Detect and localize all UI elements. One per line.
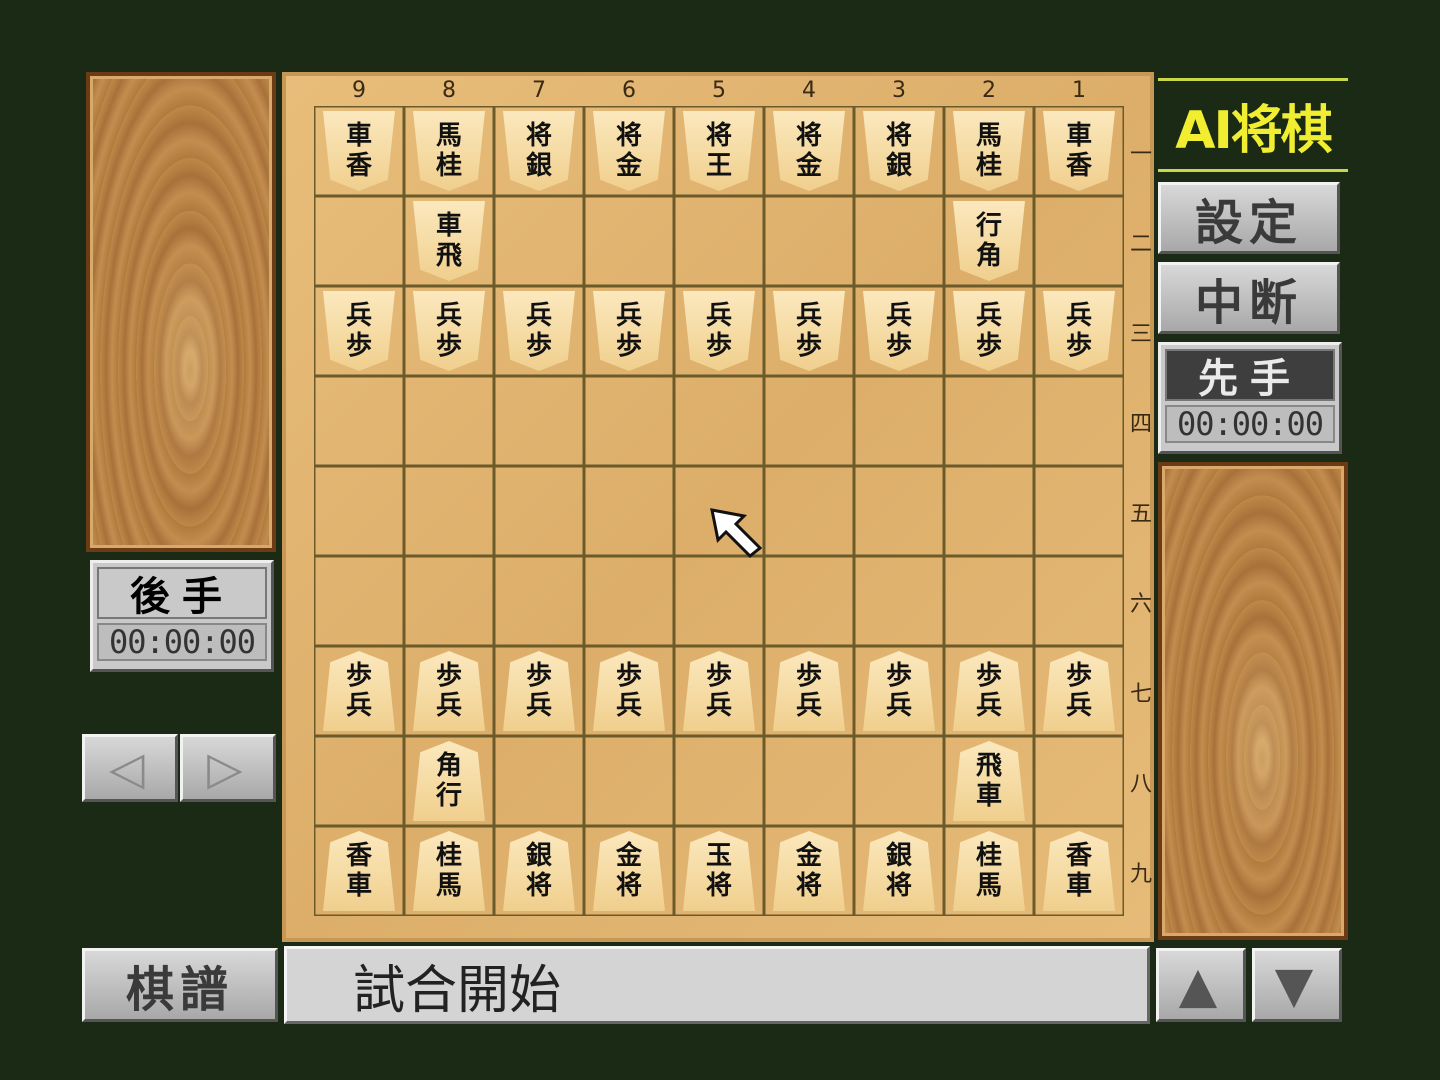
gote-clock: 00:00:00	[97, 623, 267, 661]
scroll-up-button[interactable]: ▲	[1156, 948, 1246, 1022]
shogi-board: 香車桂馬銀将金将王将金将銀将桂馬香車飛車角行歩兵歩兵歩兵歩兵歩兵歩兵歩兵歩兵歩兵…	[282, 72, 1154, 942]
file-label: 6	[622, 78, 636, 103]
sente-label: 先手	[1165, 349, 1335, 402]
right-arrow-icon: ▷	[207, 741, 249, 795]
file-label: 7	[532, 78, 546, 103]
file-label: 1	[1072, 78, 1086, 103]
rank-label: 六	[1129, 592, 1152, 617]
file-label: 4	[802, 78, 816, 103]
gote-piece-stand	[86, 72, 276, 552]
down-arrow-icon: ▼	[1274, 956, 1320, 1014]
left-arrow-icon: ◁	[109, 741, 151, 795]
pause-button[interactable]: 中断	[1158, 262, 1340, 334]
mouse-cursor-icon	[710, 508, 763, 558]
rank-label: 一	[1129, 142, 1152, 167]
file-label: 5	[712, 78, 726, 103]
gote-player-panel: 後手 00:00:00	[90, 560, 274, 672]
gote-label: 後手	[97, 567, 267, 620]
file-label: 3	[892, 78, 906, 103]
rank-label: 七	[1129, 682, 1152, 707]
kifu-button[interactable]: 棋譜	[82, 948, 278, 1022]
rank-label: 九	[1129, 862, 1152, 887]
prev-move-button[interactable]: ◁	[82, 734, 178, 802]
sente-player-panel: 先手 00:00:00	[1158, 342, 1342, 454]
rank-label: 八	[1129, 772, 1152, 797]
sente-piece-stand	[1158, 462, 1348, 940]
file-label: 2	[982, 78, 996, 103]
file-label: 8	[442, 78, 456, 103]
rank-label: 五	[1129, 502, 1152, 527]
game-title: AI将棋	[1158, 78, 1348, 172]
rank-label: 二	[1129, 232, 1152, 257]
file-label: 9	[352, 78, 366, 103]
settings-button[interactable]: 設定	[1158, 182, 1340, 254]
sente-clock: 00:00:00	[1165, 405, 1335, 443]
next-move-button[interactable]: ▷	[180, 734, 276, 802]
scroll-down-button[interactable]: ▼	[1252, 948, 1342, 1022]
rank-label: 三	[1129, 322, 1152, 347]
status-message: 試合開始	[284, 946, 1150, 1024]
rank-label: 四	[1129, 412, 1152, 437]
status-text: 試合開始	[353, 960, 562, 1021]
up-arrow-icon: ▲	[1178, 956, 1224, 1014]
